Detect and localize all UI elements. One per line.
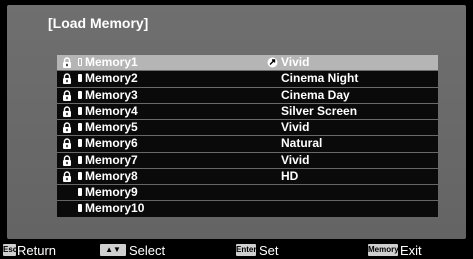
memory-slot-icon [78,155,82,164]
memory-name: Memory2 [85,71,138,86]
memory-row[interactable]: Memory7 Vivid [57,152,438,168]
color-mode-label: Silver Screen [281,103,358,118]
memory-slot-icon [78,204,82,213]
memory-row[interactable]: Memory6 Natural [57,136,438,152]
set-hint[interactable]: Set [259,243,279,258]
color-mode-label: Cinema Day [281,87,350,102]
memory-slot-icon [78,74,82,83]
lock-icon [62,171,72,182]
lock-icon [62,138,72,150]
memory-row[interactable]: Memory9 [57,185,438,201]
color-mode-label: Natural [281,136,323,151]
color-mode-icon [267,57,278,68]
memory-row[interactable]: Memory1 Vivid [57,55,438,71]
exit-hint[interactable]: Exit [400,243,422,258]
lock-icon [62,89,72,101]
lock-icon [62,57,72,68]
panel-title: [Load Memory] [48,15,149,31]
memory-slot-icon [78,123,82,131]
memory-slot-icon [78,139,82,148]
load-memory-panel: [Load Memory] Memory1 Vivid Memory2 Cinema … [7,5,466,239]
esc-key-icon: Esc [3,244,18,256]
memory-key-icon: Memory [368,244,399,256]
memory-name: Memory4 [85,103,138,118]
memory-row[interactable]: Memory10 [57,201,438,217]
lock-icon [62,73,72,85]
memory-row[interactable]: Memory2 Cinema Night [57,71,438,87]
memory-list: Memory1 Vivid Memory2 Cinema Night Memory3 Ci… [57,55,438,218]
memory-name: Memory1 [85,55,138,69]
memory-name: Memory3 [85,87,138,102]
memory-name: Memory8 [85,168,138,183]
select-key-icon: ▲▼ [100,244,126,256]
memory-name: Memory10 [85,201,145,216]
enter-key-icon: Enter [236,244,257,256]
memory-slot-icon [78,171,82,180]
color-mode-label: Vivid [281,55,310,69]
lock-icon [62,154,72,166]
memory-name: Memory7 [85,152,138,167]
memory-row[interactable]: Memory3 Cinema Day [57,87,438,103]
memory-slot-icon [78,106,82,115]
memory-slot-icon [78,90,82,99]
lock-icon [62,106,72,117]
memory-slot-icon [78,188,82,196]
memory-row[interactable]: Memory5 Vivid [57,120,438,136]
color-mode-label: Cinema Night [281,71,359,86]
color-mode-label: Vivid [281,152,310,167]
memory-name: Memory5 [85,120,138,134]
memory-row[interactable]: Memory8 HD [57,168,438,184]
color-mode-label: Vivid [281,120,310,134]
select-hint[interactable]: Select [129,243,165,258]
memory-name: Memory9 [85,185,138,199]
color-mode-label: HD [281,168,299,183]
return-hint[interactable]: Return [17,243,56,258]
memory-row[interactable]: Memory4 Silver Screen [57,103,438,119]
footer-bar: Esc Return ▲▼ Select Enter Set Memory Ex… [0,242,473,259]
memory-name: Memory6 [85,136,138,151]
memory-slot-icon [78,58,82,66]
lock-icon [62,122,72,133]
